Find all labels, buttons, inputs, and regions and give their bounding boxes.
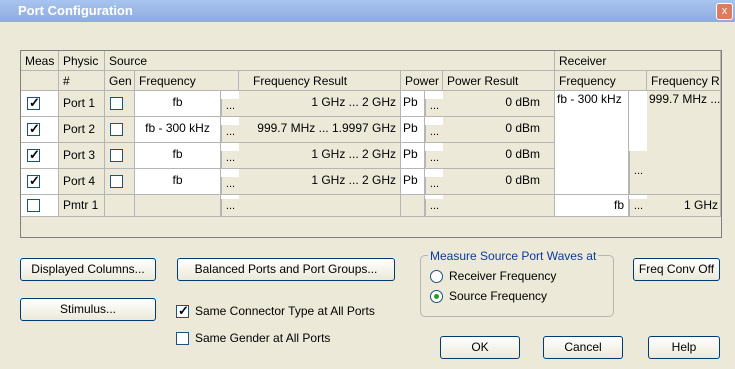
meas-cell — [21, 169, 59, 195]
port-label: Port 2 — [59, 117, 105, 143]
frequency-result: 1 GHz ... 2 GHz — [239, 91, 401, 117]
port-label: Port 1 — [59, 91, 105, 117]
displayed-columns-button[interactable]: Displayed Columns... — [20, 258, 156, 281]
header-hash: # — [59, 71, 105, 91]
header-receiver-group: Receiver — [555, 51, 721, 71]
receiver-frequency-label: Receiver Frequency — [449, 269, 557, 283]
header-frequency: Frequency — [135, 71, 239, 91]
grid-empty-area — [21, 217, 721, 237]
help-button[interactable]: Help — [648, 336, 720, 359]
frequency-cell-empty — [135, 195, 221, 217]
ok-button[interactable]: OK — [440, 336, 520, 359]
measure-group-title: Measure Source Port Waves at — [428, 249, 599, 263]
power-input[interactable]: Pb — [401, 169, 425, 195]
header-power-result: Power Result — [443, 71, 555, 91]
power-ellipsis-button[interactable]: ... — [425, 151, 443, 169]
header-meas: Meas — [21, 51, 59, 71]
frequency-input[interactable]: fb — [135, 143, 221, 169]
gen-cell — [105, 91, 135, 117]
meas-checkbox[interactable] — [27, 147, 40, 163]
gen-cell — [105, 117, 135, 143]
frequency-ellipsis-button[interactable]: ... — [221, 151, 239, 169]
measure-group-box — [420, 255, 614, 317]
gen-checkbox[interactable] — [110, 123, 123, 136]
receiver-frequency-radio[interactable] — [430, 270, 443, 283]
header-receiver-frequency-result: Frequency Res — [647, 71, 721, 91]
title-bar: Port Configuration x — [0, 0, 735, 22]
frequency-result-empty — [239, 195, 401, 217]
meas-cell — [21, 195, 59, 217]
meas-checkbox[interactable] — [27, 199, 40, 212]
gen-checkbox[interactable] — [110, 175, 123, 188]
receiver-frequency-input[interactable]: fb — [555, 195, 629, 217]
receiver-frequency-input[interactable]: fb - 300 kHz — [555, 91, 629, 195]
window-title: Port Configuration — [18, 3, 133, 18]
power-input[interactable]: Pb — [401, 91, 425, 117]
frequency-result: 999.7 MHz ... 1.9997 GHz — [239, 117, 401, 143]
power-ellipsis-button[interactable]: ... — [425, 99, 443, 117]
power-ellipsis-button[interactable]: ... — [425, 199, 443, 217]
source-frequency-radio[interactable] — [430, 290, 443, 303]
power-cell-empty — [401, 195, 425, 217]
frequency-input[interactable]: fb — [135, 169, 221, 195]
power-result: 0 dBm — [443, 169, 555, 195]
stimulus-button[interactable]: Stimulus... — [20, 298, 156, 321]
frequency-result: 1 GHz ... 2 GHz — [239, 143, 401, 169]
same-gender-label: Same Gender at All Ports — [195, 331, 331, 345]
gen-cell — [105, 169, 135, 195]
power-ellipsis-button[interactable]: ... — [425, 125, 443, 143]
header-frequency-result: Frequency Result — [239, 71, 401, 91]
frequency-ellipsis-button[interactable]: ... — [221, 199, 239, 217]
meas-cell — [21, 143, 59, 169]
meas-cell — [21, 91, 59, 117]
gen-cell-empty — [105, 195, 135, 217]
frequency-input[interactable]: fb — [135, 91, 221, 117]
gen-checkbox[interactable] — [110, 97, 123, 110]
freq-conv-off-button[interactable]: Freq Conv Off — [633, 258, 720, 281]
meas-cell — [21, 117, 59, 143]
header-blank — [21, 71, 59, 91]
power-result-empty — [443, 195, 555, 217]
frequency-ellipsis-button[interactable]: ... — [221, 99, 239, 117]
port-grid: Meas Physic Source Receiver # Gen Freque… — [20, 50, 722, 238]
meas-checkbox[interactable] — [27, 121, 40, 137]
close-icon[interactable]: x — [716, 3, 733, 20]
same-connector-label: Same Connector Type at All Ports — [195, 304, 375, 318]
header-power: Power — [401, 71, 443, 91]
power-input[interactable]: Pb — [401, 143, 425, 169]
power-result: 0 dBm — [443, 117, 555, 143]
power-result: 0 dBm — [443, 91, 555, 117]
frequency-input[interactable]: fb - 300 kHz — [135, 117, 221, 143]
port-label: Port 4 — [59, 169, 105, 195]
cancel-button[interactable]: Cancel — [543, 336, 623, 359]
receiver-frequency-ellipsis-button[interactable]: ... — [629, 199, 647, 217]
source-frequency-label: Source Frequency — [449, 289, 548, 303]
receiver-frequency-ellipsis-button[interactable]: ... — [629, 151, 647, 195]
header-receiver-frequency: Frequency — [555, 71, 647, 91]
receiver-frequency-result: 999.7 MHz ... 1. — [647, 91, 721, 195]
gen-checkbox[interactable] — [110, 149, 123, 162]
header-source-group: Source — [105, 51, 555, 71]
meas-checkbox[interactable] — [27, 95, 40, 111]
same-connector-checkbox[interactable] — [176, 303, 189, 319]
frequency-ellipsis-button[interactable]: ... — [221, 177, 239, 195]
balanced-ports-button[interactable]: Balanced Ports and Port Groups... — [177, 258, 395, 281]
header-physic: Physic — [59, 51, 105, 71]
frequency-result: 1 GHz ... 2 GHz — [239, 169, 401, 195]
receiver-frequency-result: 1 GHz — [647, 195, 721, 217]
port-label: Port 3 — [59, 143, 105, 169]
header-gen: Gen — [105, 71, 135, 91]
same-gender-checkbox[interactable] — [176, 332, 189, 345]
power-ellipsis-button[interactable]: ... — [425, 177, 443, 195]
port-label: Pmtr 1 — [59, 195, 105, 217]
power-result: 0 dBm — [443, 143, 555, 169]
power-input[interactable]: Pb — [401, 117, 425, 143]
frequency-ellipsis-button[interactable]: ... — [221, 125, 239, 143]
meas-checkbox[interactable] — [27, 173, 40, 189]
gen-cell — [105, 143, 135, 169]
